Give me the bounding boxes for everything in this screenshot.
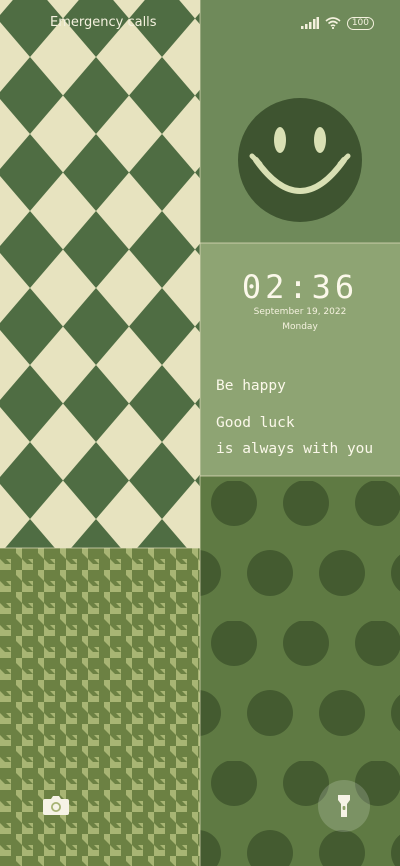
panel-divider (200, 242, 400, 244)
polka-dot-pattern (200, 476, 400, 866)
panel-divider (199, 0, 201, 866)
note-line-be-happy: Be happy (216, 378, 286, 394)
note-line-always-with-you: is always with you (216, 441, 374, 457)
battery-icon: 100 (346, 17, 374, 30)
wifi-icon (325, 14, 341, 33)
flashlight-icon (338, 795, 350, 817)
polka-dot-panel (200, 476, 400, 866)
checker-pattern (0, 0, 200, 548)
status-bar: Emergency calls 100 (0, 0, 400, 46)
clock-date: September 19, 2022 (253, 307, 347, 317)
signal-icon (300, 14, 319, 33)
camera-button[interactable] (30, 779, 82, 831)
panel-divider (0, 547, 200, 549)
carrier-text: Emergency calls (50, 15, 157, 30)
panel-divider (200, 475, 400, 477)
clock-time: 02:36 (241, 268, 359, 306)
clock-day: Monday (282, 322, 318, 332)
status-icons: 100 (300, 14, 374, 33)
checker-wallpaper-panel (0, 0, 200, 548)
note-line-good-luck: Good luck (216, 415, 295, 431)
camera-icon (43, 796, 69, 815)
flashlight-button[interactable] (318, 780, 370, 832)
